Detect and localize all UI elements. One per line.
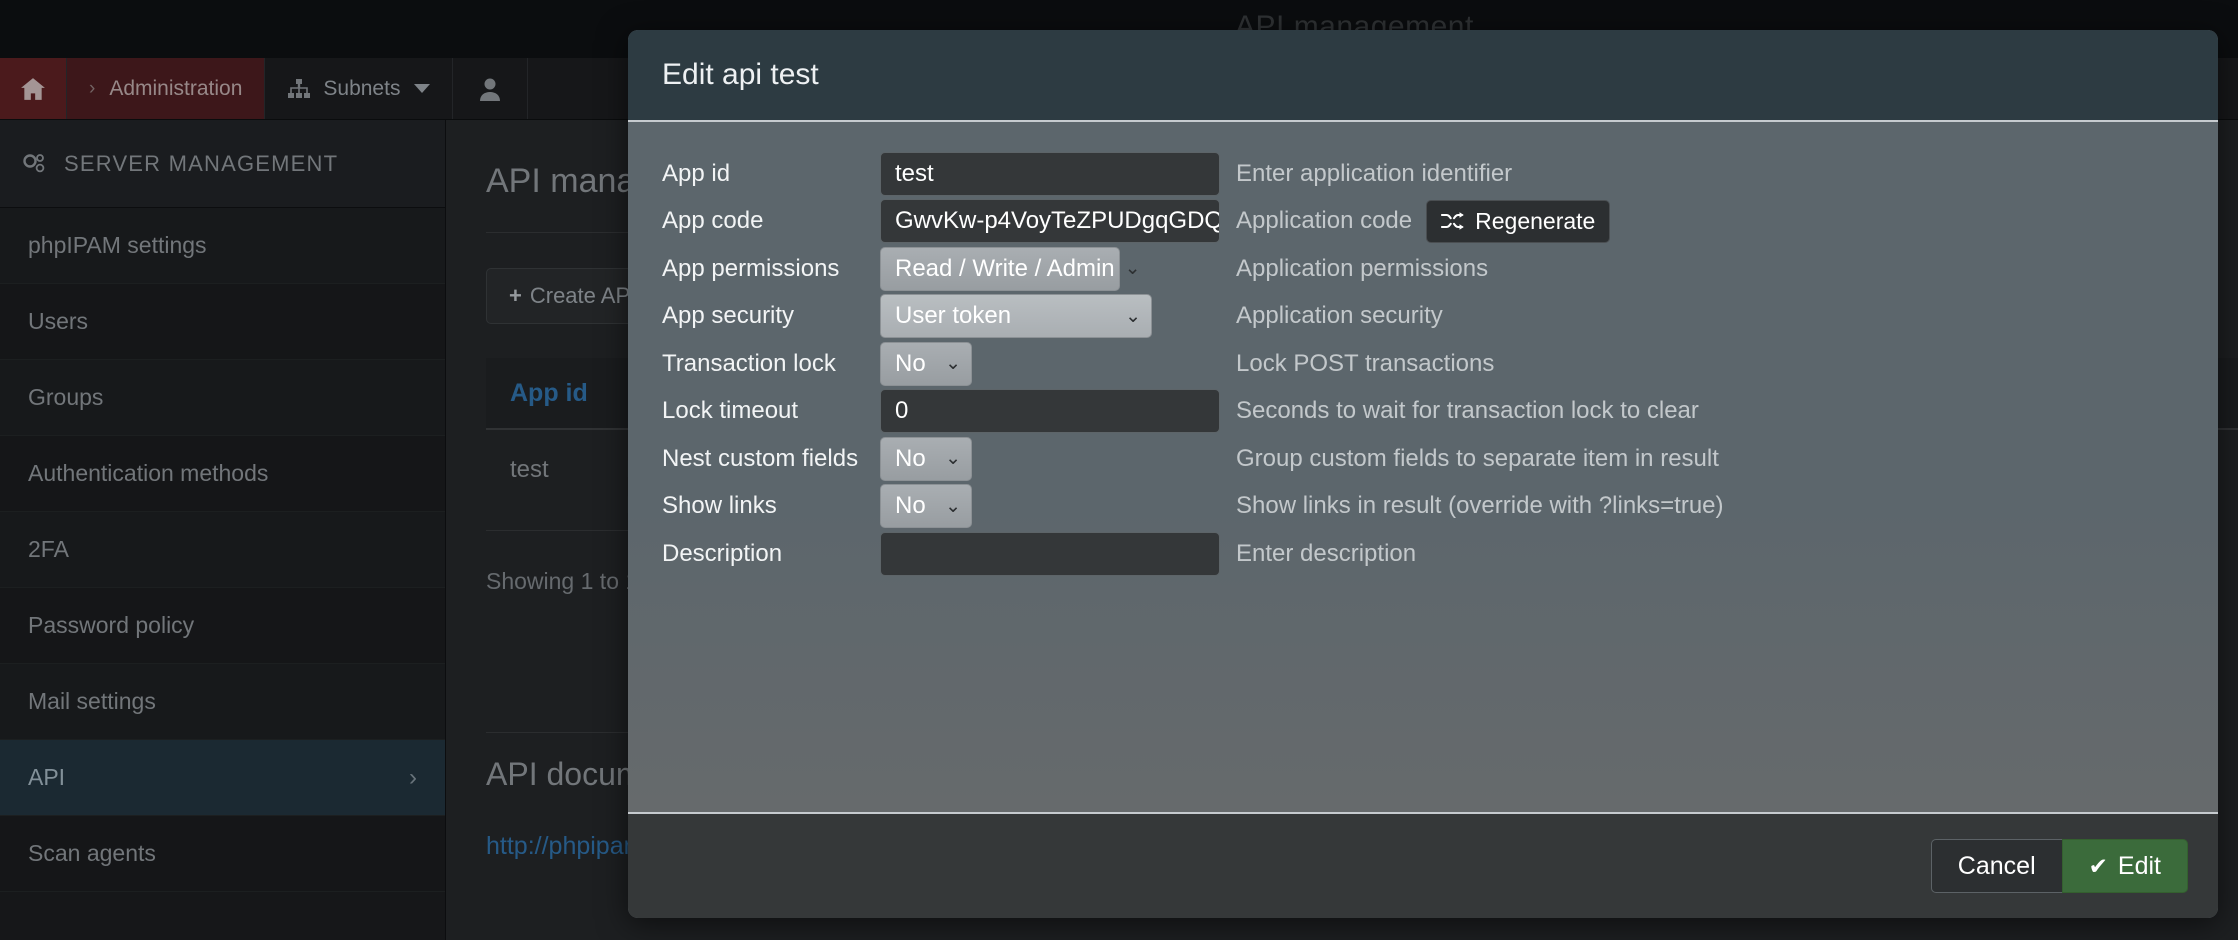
select-value: Read / Write / Admin xyxy=(895,254,1115,282)
select-value: No xyxy=(895,349,926,377)
nest-custom-fields-select[interactable]: No ⌄ xyxy=(880,436,972,481)
field-help: Enter description xyxy=(1236,539,1417,567)
app-screen: API management › Administration Subnets … xyxy=(0,0,2238,940)
chevron-down-icon: ⌄ xyxy=(1124,258,1141,280)
field-help: Enter application identifier xyxy=(1236,159,1513,187)
form-row-nest-custom-fields: Nest custom fields No ⌄ Group custom fie… xyxy=(628,435,2218,483)
regenerate-label: Regenerate xyxy=(1475,207,1596,234)
field-label: App permissions xyxy=(662,254,840,282)
edit-submit-button[interactable]: ✔ Edit xyxy=(2061,839,2188,893)
form-row-app-permissions: App permissions Read / Write / Admin ⌄ A… xyxy=(628,245,2218,293)
app-code-input[interactable]: GwvKw-p4VoyTeZPUDgqGDQA-PPLKL xyxy=(880,199,1220,244)
field-help: Application security xyxy=(1236,302,1443,330)
lock-timeout-input[interactable]: 0 xyxy=(880,389,1220,434)
field-label: Lock timeout xyxy=(662,397,799,425)
form-row-description: Description Enter description xyxy=(628,530,2218,578)
check-icon: ✔ xyxy=(2088,852,2108,879)
field-help: Lock POST transactions xyxy=(1236,349,1495,377)
app-id-input[interactable]: test xyxy=(880,151,1220,196)
chevron-down-icon: ⌄ xyxy=(945,353,961,375)
field-label: Show links xyxy=(662,492,777,520)
form-row-transaction-lock: Transaction lock No ⌄ Lock POST transact… xyxy=(628,340,2218,388)
form-row-app-id: App id test Enter application identifier xyxy=(628,150,2218,198)
select-value: No xyxy=(895,492,926,520)
app-permissions-select[interactable]: Read / Write / Admin ⌄ xyxy=(880,246,1141,291)
field-label: Nest custom fields xyxy=(662,444,859,472)
field-label: App code xyxy=(662,207,764,235)
field-label: App id xyxy=(662,159,731,187)
field-help: Group custom fields to separate item in … xyxy=(1236,444,1719,472)
form-row-lock-timeout: Lock timeout 0 Seconds to wait for trans… xyxy=(628,388,2218,436)
description-input[interactable] xyxy=(880,531,1220,576)
app-security-select[interactable]: User token ⌄ xyxy=(880,294,1152,339)
field-help: Show links in result (override with ?lin… xyxy=(1236,492,1724,520)
select-value: No xyxy=(895,444,926,472)
form-row-app-code: App code GwvKw-p4VoyTeZPUDgqGDQA-PPLKL A… xyxy=(628,198,2218,246)
field-label: Transaction lock xyxy=(662,349,836,377)
field-label: App security xyxy=(662,302,795,330)
modal-footer: Cancel ✔ Edit xyxy=(628,812,2218,918)
modal-body: App id test Enter application identifier… xyxy=(628,122,2218,812)
chevron-down-icon: ⌄ xyxy=(1125,305,1141,327)
chevron-down-icon: ⌄ xyxy=(945,495,961,517)
modal-title: Edit api test xyxy=(662,58,819,91)
field-label: Description xyxy=(662,539,783,567)
cancel-button[interactable]: Cancel xyxy=(1930,839,2062,893)
chevron-down-icon: ⌄ xyxy=(945,448,961,470)
edit-api-modal: Edit api test App id test Enter applicat… xyxy=(628,30,2218,918)
field-help: Application permissions xyxy=(1236,254,1489,282)
transaction-lock-select[interactable]: No ⌄ xyxy=(880,341,972,386)
field-help: Seconds to wait for transaction lock to … xyxy=(1236,397,1699,425)
show-links-select[interactable]: No ⌄ xyxy=(880,484,972,529)
field-help: Application code xyxy=(1236,207,1413,235)
select-value: User token xyxy=(895,302,1012,330)
cancel-label: Cancel xyxy=(1957,851,2036,880)
shuffle-icon xyxy=(1441,212,1465,230)
form-row-show-links: Show links No ⌄ Show links in result (ov… xyxy=(628,483,2218,531)
modal-header: Edit api test xyxy=(628,30,2218,122)
edit-submit-label: Edit xyxy=(2117,851,2161,880)
form-row-app-security: App security User token ⌄ Application se… xyxy=(628,293,2218,341)
regenerate-button[interactable]: Regenerate xyxy=(1426,199,1611,243)
